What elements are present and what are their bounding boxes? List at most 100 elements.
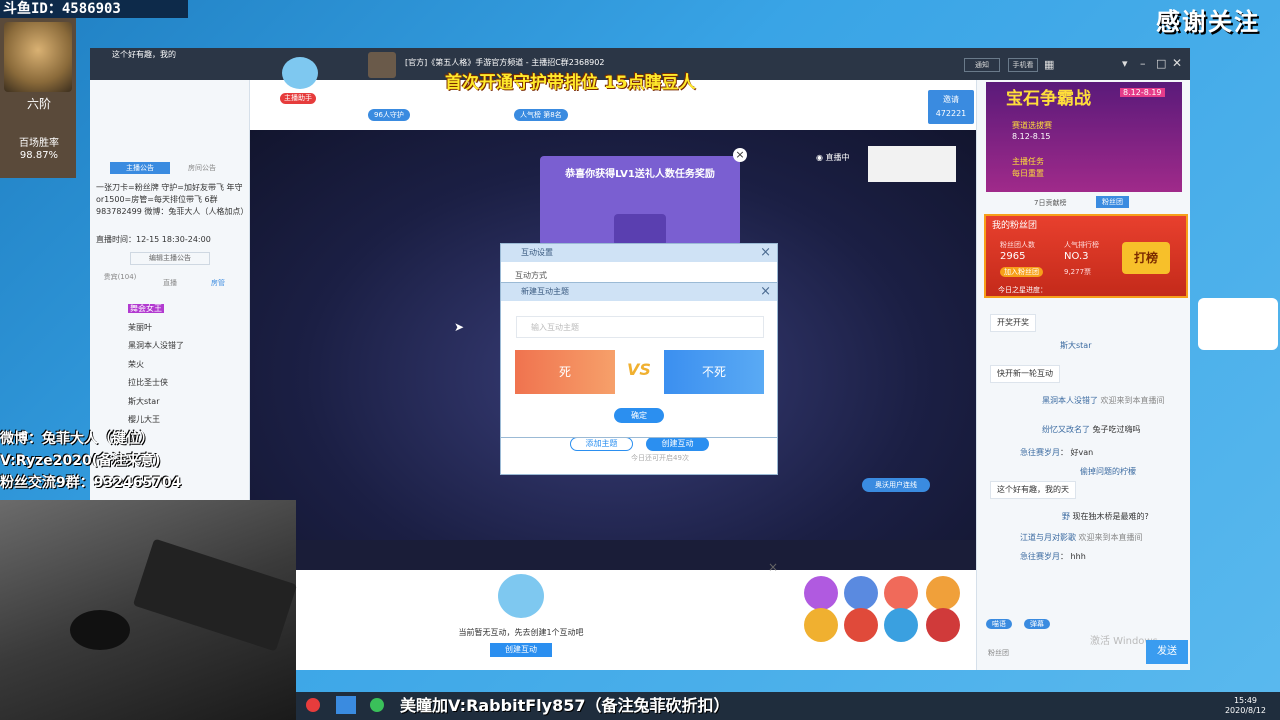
live-info-card	[868, 146, 956, 182]
clock-time: 15:49	[1233, 696, 1258, 705]
gift-box-icon	[614, 214, 666, 246]
option-a-input[interactable]: 死	[515, 350, 615, 394]
chat-user[interactable]: 黑洞本人没错了	[990, 396, 1098, 405]
color-bullet-button[interactable]: 弹幕	[1024, 619, 1050, 629]
interact-icon[interactable]	[844, 608, 878, 642]
chat-text: 好van	[1070, 448, 1094, 457]
chat-user[interactable]: 江道与月对影歌	[990, 533, 1076, 542]
cursor-icon: ➤	[454, 320, 465, 334]
promo-dates: 8.12-8.19	[1120, 88, 1165, 97]
tab-fans-club[interactable]: 粉丝团	[1096, 196, 1129, 208]
topic-input[interactable]: 输入互动主题	[516, 316, 764, 338]
chat-user[interactable]: 斯大star	[1060, 341, 1092, 350]
add-topic-button[interactable]: 添加主题	[570, 437, 633, 451]
menu-icon[interactable]: ▾	[1122, 57, 1128, 70]
tab-host-notice[interactable]: 主播公告	[110, 162, 170, 174]
chat-user[interactable]: 偷掉问题的柠檬	[990, 467, 1136, 476]
phone-button[interactable]: 手机看	[1008, 58, 1038, 72]
notice-button[interactable]: 通知	[964, 58, 1000, 72]
confirm-button[interactable]: 确定	[614, 408, 664, 423]
app-icon-douyu[interactable]	[306, 698, 320, 712]
list-item[interactable]: 拉比圣士侠	[128, 374, 248, 393]
promo-line4: 每日重置	[1012, 169, 1044, 178]
edit-notice-button[interactable]: 编辑主播公告	[130, 252, 210, 265]
new-topic-close-icon[interactable]: ×	[760, 283, 771, 301]
maximize-icon[interactable]: □	[1156, 57, 1166, 70]
empty-mascot-icon	[498, 574, 544, 618]
new-topic-header: 新建互动主题 ×	[501, 283, 777, 301]
connect-button[interactable]: 奥沃用户连线	[862, 478, 930, 492]
invite-button[interactable]: 邀请 472221	[928, 90, 974, 124]
list-item[interactable]: 舞会女王	[128, 300, 248, 319]
rank-label: 六阶	[26, 97, 51, 111]
fans-rank: NO.3	[1064, 251, 1089, 262]
vip-user-list: 舞会女王 茉丽叶 黑洞本人没错了 荣火 拉比圣士侠 斯大star 樱儿大王 鸣	[128, 300, 248, 448]
minimize-icon[interactable]: –	[1140, 57, 1146, 70]
feature-grid	[796, 570, 976, 670]
window-title: [官方]《第五人格》手游官方频道 - 主播招C群2368902	[405, 58, 605, 67]
id-bar: 斗鱼ID：4586903	[0, 0, 188, 18]
fans-rank-label: 人气排行榜	[1064, 241, 1099, 249]
daka-button[interactable]: 打榜	[1122, 242, 1170, 274]
game-icon[interactable]	[926, 576, 960, 610]
create-interact-button[interactable]: 创建互动	[646, 437, 709, 451]
list-item[interactable]: 茉丽叶	[128, 319, 248, 338]
chat-message: 野 现在独木桥是最难的?	[990, 509, 1176, 524]
popularity-badge[interactable]: 人气榜 第8名	[514, 109, 568, 121]
join-fans-button[interactable]: 加入粉丝团	[1000, 267, 1043, 277]
list-item[interactable]: 黑洞本人没错了	[128, 337, 248, 356]
clock-date: 2020/8/12	[1224, 706, 1266, 715]
tab-admin[interactable]: 房管	[198, 278, 238, 288]
chat-message: 偷掉问题的柠檬	[990, 464, 1176, 479]
promo-title: 宝石争霸战	[1006, 89, 1091, 109]
winrate-label: 百场胜率	[19, 138, 59, 149]
new-topic-title: 新建互动主题	[521, 287, 569, 296]
mascot-icon	[282, 57, 318, 89]
tab-live[interactable]: 直播	[150, 278, 190, 288]
winrate-value: 98.87%	[19, 150, 59, 161]
chat-user[interactable]: 野	[990, 512, 1070, 521]
app-icon-active[interactable]	[336, 696, 356, 714]
chat-user[interactable]: 纷忆又改名了	[990, 425, 1090, 434]
popularity-rank: 人气榜 第8名	[514, 109, 568, 121]
list-item[interactable]: 荣火	[128, 356, 248, 375]
fans-tag: 粉丝团	[988, 649, 1009, 657]
tab-weekly-contrib[interactable]: 7日贡献榜	[1034, 198, 1066, 208]
chat-text: 兔子吃过嗨吗	[1092, 425, 1141, 434]
chat-user[interactable]: 急往赛岁月	[990, 448, 1060, 457]
interact-dialog-header: 互动设置 ×	[501, 244, 777, 262]
panel-create-button[interactable]: 创建互动	[490, 643, 552, 657]
send-button[interactable]: 发送	[1146, 640, 1188, 664]
interact-close-icon[interactable]: ×	[760, 244, 771, 262]
bullet-style-icon[interactable]	[804, 576, 838, 610]
chat-message: 快开新一轮互动	[990, 365, 1176, 383]
empty-text: 当前暂无互动，先去创建1个互动吧	[458, 628, 584, 637]
gift-bar[interactable]	[296, 540, 976, 570]
close-icon[interactable]: ✕	[1172, 56, 1182, 70]
chat-message: 江道与月对影歌 欢迎来到本直播间	[990, 530, 1176, 545]
guard-badge[interactable]: 96人守护	[368, 109, 410, 121]
channel-avatar[interactable]	[368, 52, 396, 78]
panel-close-icon[interactable]: ×	[768, 560, 778, 574]
chat-user[interactable]: 急往赛岁月	[990, 552, 1060, 561]
chat-message: 急往赛岁月： 好van	[990, 445, 1176, 460]
gift-icon[interactable]	[926, 608, 960, 642]
points-mall-icon[interactable]	[804, 608, 838, 642]
tab-vip[interactable]: 贵宾(104)	[100, 272, 140, 282]
reward-close-icon[interactable]: ×	[733, 148, 747, 162]
app-icon-wechat[interactable]	[370, 698, 384, 712]
grid-icon[interactable]: ▦	[1044, 58, 1054, 71]
option-b-input[interactable]: 不死	[664, 350, 764, 394]
lottery-icon[interactable]	[844, 576, 878, 610]
list-item[interactable]: 樱儿大王	[128, 411, 248, 430]
bullet-button[interactable]: 喵语	[986, 619, 1012, 629]
weibo-overlay: 微博：兔菲大人（键位） V:Ryze2020(备注来意) 粉丝交流9群：9324…	[0, 428, 250, 494]
wealth-icon[interactable]	[884, 576, 918, 610]
invite-count: 472221	[935, 109, 967, 118]
list-item[interactable]: 斯大star	[128, 393, 248, 412]
assistant-badge: 主播助手	[280, 93, 316, 104]
fans-members: 2965	[1000, 251, 1026, 262]
chat-message: 开奖开奖	[990, 314, 1176, 332]
tab-room-notice[interactable]: 房间公告	[172, 162, 232, 174]
rank-icon[interactable]	[884, 608, 918, 642]
